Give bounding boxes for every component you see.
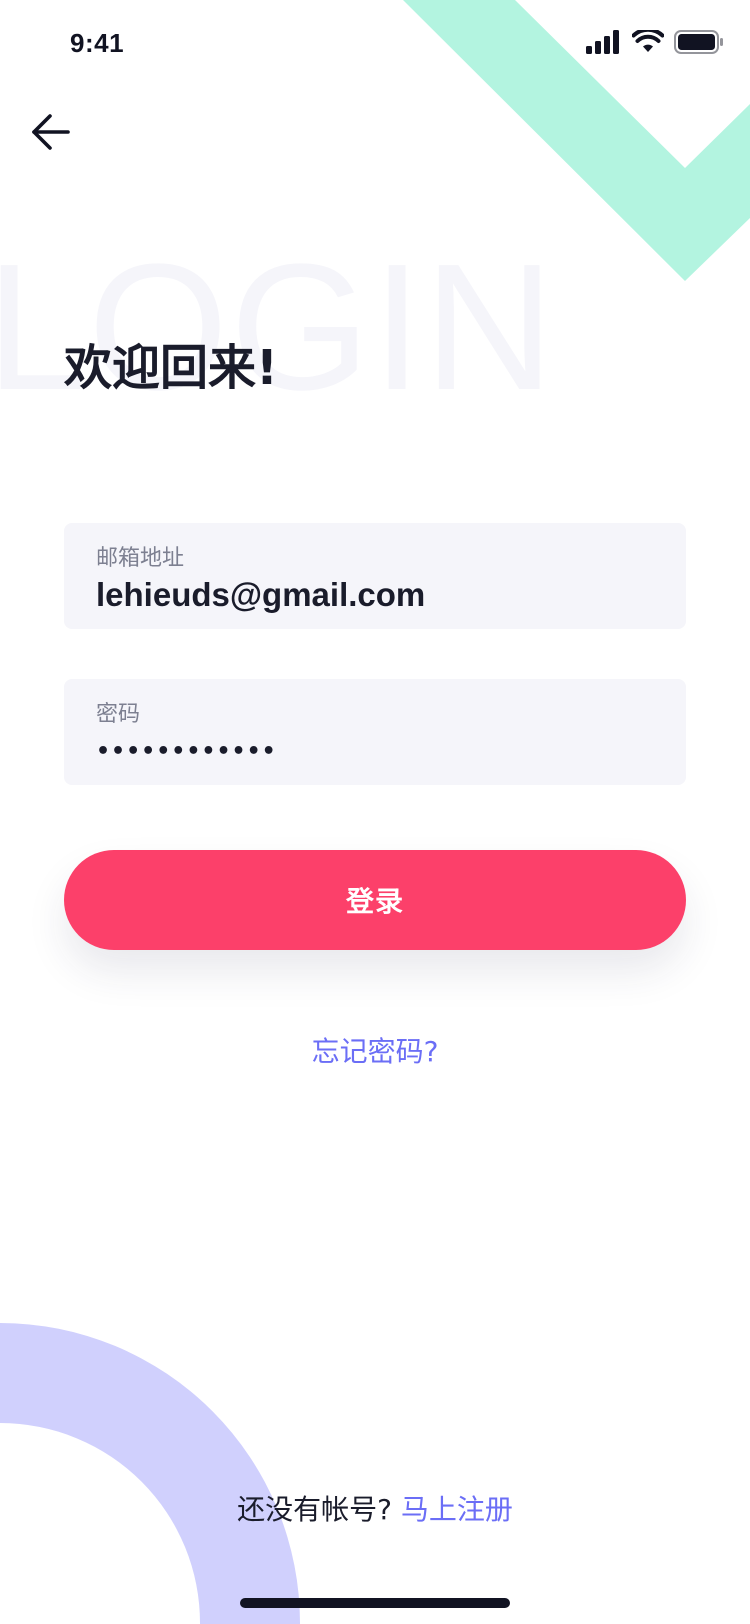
status-icons [586, 30, 724, 54]
page-title: 欢迎回来! [64, 340, 278, 396]
back-button[interactable] [26, 108, 74, 156]
email-field[interactable]: 邮箱地址 [64, 523, 686, 629]
forgot-password-link[interactable]: 忘记密码? [0, 1030, 750, 1070]
signup-row: 还没有帐号? 马上注册 [0, 1492, 750, 1528]
login-button-label: 登录 [345, 885, 404, 918]
status-bar: 9:41 [0, 0, 750, 90]
email-input[interactable] [96, 575, 656, 615]
decorative-arc-shape [0, 1323, 301, 1624]
signup-link[interactable]: 马上注册 [401, 1493, 513, 1526]
login-button[interactable]: 登录 [64, 850, 686, 950]
battery-icon [674, 30, 723, 54]
password-field[interactable]: 密码 [64, 679, 686, 785]
email-label: 邮箱地址 [96, 546, 185, 571]
arrow-left-icon [32, 114, 70, 150]
status-time: 9:41 [70, 28, 125, 58]
signal-icon [586, 30, 619, 54]
wifi-icon [632, 30, 664, 52]
password-label: 密码 [96, 702, 141, 727]
signup-prompt: 还没有帐号? [237, 1493, 392, 1526]
password-input[interactable] [96, 731, 656, 771]
home-indicator [240, 1598, 510, 1608]
